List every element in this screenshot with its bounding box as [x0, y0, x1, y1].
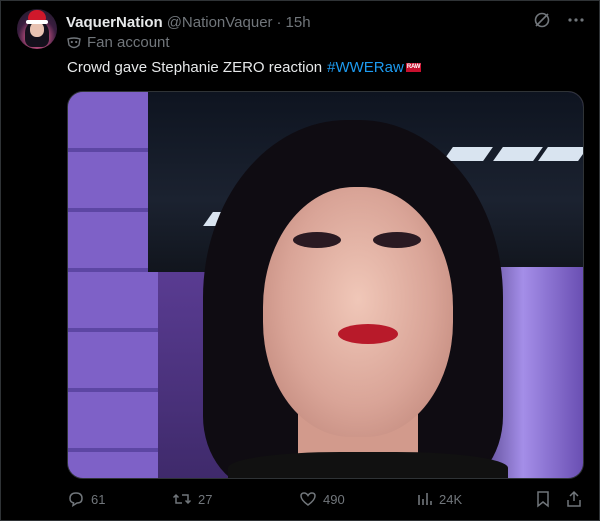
- hashtag-link[interactable]: #WWERaw: [327, 59, 404, 76]
- timestamp[interactable]: 15h: [286, 14, 311, 31]
- person-shirt: [228, 452, 508, 478]
- reply-count: 61: [91, 491, 106, 507]
- fan-account-label: Fan account: [87, 34, 170, 51]
- reply-icon: [67, 490, 85, 508]
- avatar-face: [30, 22, 44, 37]
- action-bar: 61 27 490 24K: [67, 490, 584, 514]
- hashtag-badge: RAW: [405, 63, 422, 72]
- santa-hat: [26, 10, 48, 24]
- repost-count: 27: [198, 491, 213, 507]
- bookmark-icon: [535, 490, 551, 508]
- grok-icon[interactable]: [533, 11, 551, 29]
- tweet-text: Crowd gave Stephanie ZERO reaction #WWER…: [67, 59, 422, 76]
- like-count: 490: [323, 491, 345, 507]
- person-lips: [338, 324, 398, 344]
- avatar[interactable]: [17, 9, 57, 49]
- views-button[interactable]: 24K: [417, 490, 462, 508]
- bookmark-button[interactable]: [535, 490, 551, 508]
- author-name[interactable]: VaquerNation: [66, 14, 163, 31]
- account-label: Fan account: [67, 34, 170, 51]
- person-eye-right: [373, 232, 421, 248]
- top-actions: [533, 11, 585, 29]
- more-icon[interactable]: [567, 11, 585, 29]
- person-face: [263, 187, 453, 437]
- background-panel-left: [68, 92, 158, 478]
- tweet-header: VaquerNation @NationVaquer · 15h: [66, 12, 311, 32]
- views-icon: [417, 490, 433, 508]
- like-icon: [299, 490, 317, 508]
- tweet-media-image[interactable]: [67, 91, 584, 479]
- tweet[interactable]: VaquerNation @NationVaquer · 15h Fan acc…: [0, 0, 600, 521]
- like-button[interactable]: 490: [299, 490, 345, 508]
- tweet-body: Crowd gave Stephanie ZERO reaction: [67, 59, 323, 76]
- separator-dot: ·: [276, 13, 282, 31]
- author-handle[interactable]: @NationVaquer: [167, 14, 273, 31]
- repost-button[interactable]: 27: [172, 490, 212, 508]
- fan-mask-icon: [67, 36, 81, 50]
- views-count: 24K: [439, 491, 463, 507]
- share-button[interactable]: [565, 490, 583, 508]
- reply-button[interactable]: 61: [67, 490, 105, 508]
- share-icon: [565, 490, 583, 508]
- repost-icon: [172, 490, 192, 508]
- person-eye-left: [293, 232, 341, 248]
